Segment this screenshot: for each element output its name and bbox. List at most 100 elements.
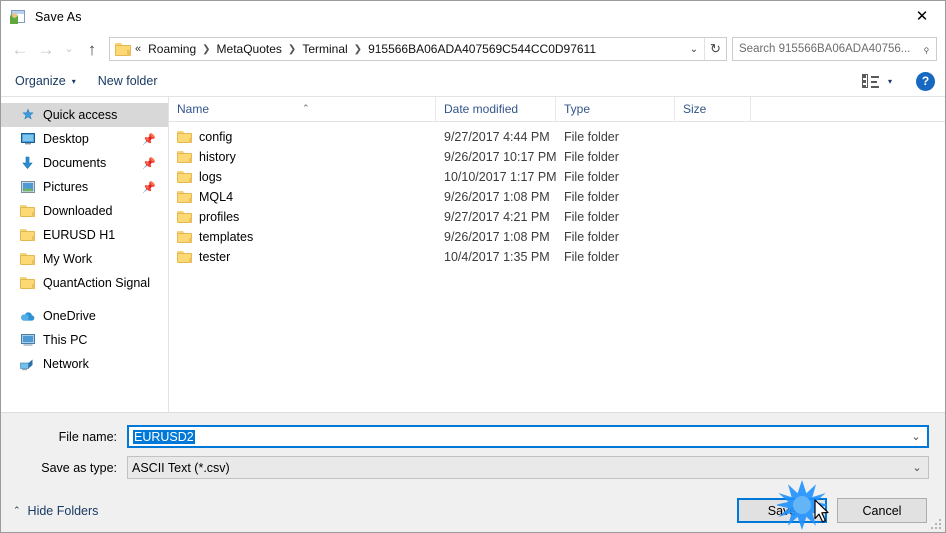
monitor-icon — [19, 133, 36, 145]
file-name-input[interactable]: EURUSD2 ⌄ — [127, 425, 929, 448]
chevron-down-icon[interactable]: ⌄ — [906, 461, 928, 474]
file-name: history — [199, 150, 236, 164]
file-type: File folder — [564, 230, 619, 244]
file-name: tester — [199, 250, 231, 264]
column-header-name[interactable]: ⌃ Name — [169, 96, 436, 122]
chevron-down-icon[interactable]: ⌄ — [905, 430, 927, 443]
network-icon — [19, 358, 36, 371]
table-row[interactable]: logs 10/10/2017 1:17 PM File folder — [169, 167, 945, 187]
back-button[interactable]: ← — [7, 36, 33, 62]
picture-icon — [19, 181, 36, 193]
folder-icon — [115, 42, 131, 56]
column-header-date-modified[interactable]: Date modified — [436, 96, 556, 122]
new-folder-label: New folder — [97, 74, 158, 88]
search-input[interactable]: Search 915566BA06ADA40756... ⌕ — [732, 37, 937, 61]
chevron-up-icon: ⌃ — [13, 505, 21, 515]
close-button[interactable]: ✕ — [899, 1, 945, 32]
change-view-button[interactable]: ▾ — [861, 74, 892, 88]
file-name-cell: history — [169, 150, 436, 164]
sidebar-item-pictures[interactable]: Pictures 📌 — [1, 175, 168, 199]
sidebar-item-downloaded[interactable]: Downloaded — [1, 199, 168, 223]
sidebar-item-label: Pictures — [43, 180, 89, 194]
sidebar-item-label: QuantAction Signal — [43, 276, 151, 290]
organize-label: Organize — [15, 74, 66, 88]
sidebar-item-label: This PC — [43, 333, 88, 347]
table-row[interactable]: config 9/27/2017 4:44 PM File folder — [169, 127, 945, 147]
window-title: Save As — [35, 9, 82, 24]
file-date: 9/26/2017 1:08 PM — [444, 230, 550, 244]
table-row[interactable]: tester 10/4/2017 1:35 PM File folder — [169, 247, 945, 267]
file-type: File folder — [564, 250, 619, 264]
folder-icon — [19, 229, 36, 241]
sidebar-item-network[interactable]: Network — [1, 352, 168, 376]
dialog-footer: ⌃ Hide Folders Save Cancel — [1, 489, 945, 532]
breadcrumb-item-metaquotes[interactable]: MetaQuotes — [213, 42, 286, 56]
help-button[interactable]: ? — [916, 71, 935, 91]
table-row[interactable]: history 9/26/2017 10:17 PM File folder — [169, 147, 945, 167]
address-dropdown-button[interactable]: ⌄ — [684, 44, 704, 55]
cancel-button-wrap: Cancel — [837, 498, 927, 523]
save-button[interactable]: Save — [737, 498, 827, 523]
sidebar-item-quick-access[interactable]: Quick access — [1, 103, 168, 127]
cancel-button[interactable]: Cancel — [837, 498, 927, 523]
address-bar[interactable]: « Roaming ❯ MetaQuotes ❯ Terminal ❯ 9155… — [109, 37, 727, 61]
file-name-cell: templates — [169, 230, 436, 244]
folder-icon — [19, 277, 36, 289]
star-icon — [19, 108, 36, 122]
sidebar-item-onedrive[interactable]: OneDrive — [1, 304, 168, 328]
resize-grip[interactable] — [929, 517, 941, 529]
sidebar-item-eurusd-h1[interactable]: EURUSD H1 — [1, 223, 168, 247]
pin-icon[interactable]: 📌 — [142, 181, 156, 194]
file-name-selected-text: EURUSD2 — [133, 429, 195, 444]
hide-folders-label: Hide Folders — [27, 503, 99, 518]
view-layout-icon — [861, 74, 879, 88]
column-header-type[interactable]: Type — [556, 96, 675, 122]
file-type-row: Save as type: ASCII Text (*.csv) ⌄ — [17, 456, 929, 479]
hide-folders-button[interactable]: ⌃ Hide Folders — [13, 504, 98, 518]
sidebar-item-documents[interactable]: Documents 📌 — [1, 151, 168, 175]
file-type: File folder — [564, 170, 619, 184]
organize-button[interactable]: Organize ▾ — [15, 74, 76, 88]
sidebar-item-my-work[interactable]: My Work — [1, 247, 168, 271]
column-header-size[interactable]: Size — [675, 96, 751, 122]
folder-icon — [19, 205, 36, 217]
folder-icon — [177, 171, 192, 183]
save-form: File name: EURUSD2 ⌄ Save as type: ASCII… — [1, 412, 945, 489]
sidebar-item-label: Desktop — [43, 132, 89, 146]
sidebar-item-desktop[interactable]: Desktop 📌 — [1, 127, 168, 151]
column-header-label: Size — [683, 101, 707, 116]
dialog-body: Quick access Desktop 📌 Documents 📌 Pictu… — [1, 96, 945, 412]
question-mark-icon: ? — [921, 74, 930, 88]
sidebar-item-label: Quick access — [43, 108, 118, 122]
file-type: File folder — [564, 150, 619, 164]
save-as-type-value: ASCII Text (*.csv) — [132, 460, 230, 475]
table-row[interactable]: MQL4 9/26/2017 1:08 PM File folder — [169, 187, 945, 207]
chevron-down-icon: ⌄ — [64, 42, 74, 55]
table-row[interactable]: templates 9/26/2017 1:08 PM File folder — [169, 227, 945, 247]
refresh-icon: ↻ — [710, 41, 721, 56]
breadcrumb-item-roaming[interactable]: Roaming — [144, 42, 200, 56]
table-row[interactable]: profiles 9/27/2017 4:21 PM File folder — [169, 207, 945, 227]
pin-icon[interactable]: 📌 — [142, 157, 156, 170]
column-header-label: Type — [564, 101, 591, 116]
sidebar-item-this-pc[interactable]: This PC — [1, 328, 168, 352]
pin-icon[interactable]: 📌 — [142, 133, 156, 146]
save-as-type-dropdown[interactable]: ASCII Text (*.csv) ⌄ — [127, 456, 929, 479]
up-button[interactable]: ↑ — [79, 36, 105, 62]
sidebar-item-label: Downloaded — [43, 204, 113, 218]
breadcrumb-item-terminal-id[interactable]: 915566BA06ADA407569C544CC0D97611 — [364, 42, 600, 56]
new-folder-button[interactable]: New folder — [98, 74, 158, 88]
file-type: File folder — [564, 190, 619, 204]
refresh-button[interactable]: ↻ — [704, 38, 726, 60]
sidebar-group-separator — [1, 295, 168, 304]
sort-ascending-icon: ⌃ — [302, 102, 310, 113]
file-name: MQL4 — [199, 190, 234, 204]
forward-button[interactable]: → — [33, 36, 59, 62]
folder-icon — [177, 231, 192, 243]
breadcrumb-item-terminal[interactable]: Terminal — [298, 42, 351, 56]
file-date: 9/26/2017 10:17 PM — [444, 150, 556, 164]
sidebar-item-quantaction-signal[interactable]: QuantAction Signal — [1, 271, 168, 295]
file-date: 9/27/2017 4:21 PM — [444, 210, 550, 224]
recent-locations-button[interactable]: ⌄ — [59, 36, 79, 62]
breadcrumb-overflow[interactable]: « — [133, 43, 144, 55]
